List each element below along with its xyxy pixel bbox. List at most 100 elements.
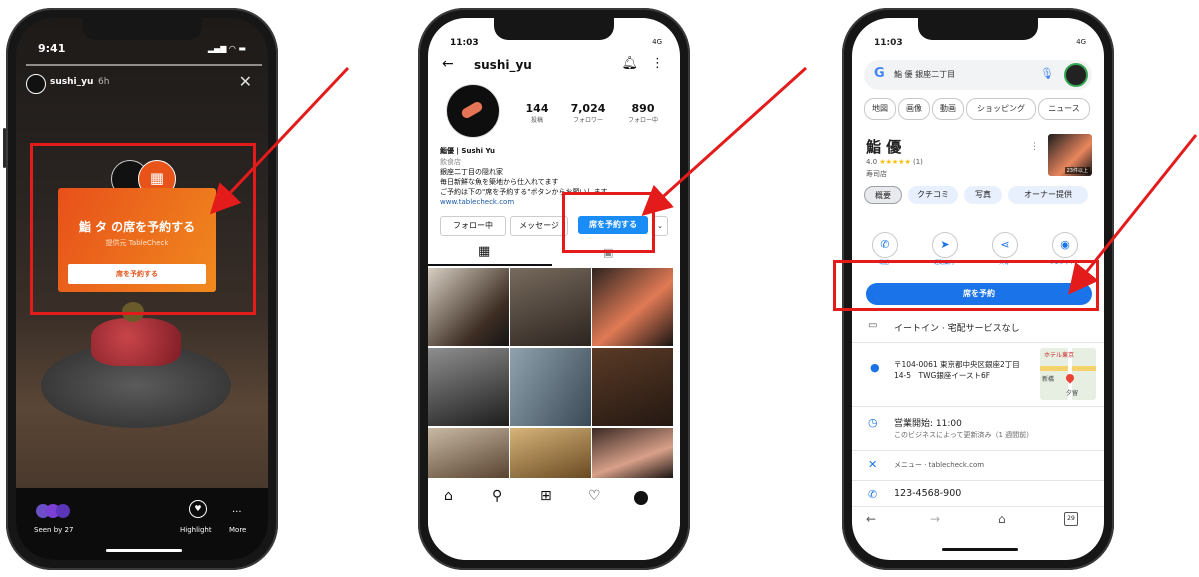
- tab-reviews[interactable]: クチコミ: [908, 186, 958, 204]
- map-label: 夕留: [1066, 390, 1079, 397]
- grid-tab-icon[interactable]: ▦: [478, 244, 490, 259]
- grid-photo[interactable]: [510, 268, 591, 346]
- home-indicator: [106, 549, 182, 552]
- volume-button: [3, 128, 6, 168]
- seen-by-label[interactable]: Seen by 27: [34, 526, 73, 534]
- status-time: 9:41: [38, 42, 66, 55]
- address-line[interactable]: 14-5 TWG銀座イースト6F: [894, 370, 990, 381]
- menu-dots-icon[interactable]: ⋮: [1030, 142, 1039, 152]
- place-type: 寿司店: [866, 170, 887, 178]
- highlight-box-maps: [833, 260, 1099, 311]
- highlight-label[interactable]: Highlight: [180, 526, 212, 534]
- home-indicator: [942, 548, 1018, 551]
- heart-icon[interactable]: ♥: [189, 500, 207, 518]
- share-icon[interactable]: ⋖: [992, 232, 1018, 258]
- phone-number[interactable]: 123-4568-900: [894, 488, 961, 499]
- menu-link[interactable]: メニュー · tablecheck.com: [894, 460, 984, 470]
- profile-screen: 11:03 4G ← sushi_yu 🔔︎ ⋮ 144 投稿 7,024 フォ…: [428, 18, 680, 560]
- story-progress-bar: [26, 64, 262, 66]
- tab-photos[interactable]: 写真: [964, 186, 1002, 204]
- grid-photo[interactable]: [592, 268, 673, 346]
- add-post-icon[interactable]: ⊞: [540, 488, 552, 504]
- account-avatar[interactable]: [1064, 63, 1088, 87]
- sushi-image: [91, 318, 181, 366]
- notch: [494, 18, 614, 40]
- search-icon[interactable]: ⚲: [492, 488, 502, 504]
- hours[interactable]: 営業開始: 11:00: [894, 416, 962, 429]
- website-icon[interactable]: ◉: [1052, 232, 1078, 258]
- story-age: 6h: [98, 77, 110, 87]
- tab-owner[interactable]: オーナー提供: [1008, 186, 1088, 204]
- phone-icon: ✆: [868, 488, 878, 501]
- mic-icon[interactable]: 🎙︎: [1040, 67, 1054, 80]
- place-photo[interactable]: 23件以上: [1048, 134, 1092, 176]
- close-icon[interactable]: ✕: [239, 72, 252, 91]
- more-icon[interactable]: ···: [232, 507, 242, 518]
- grid-photo[interactable]: [428, 268, 509, 346]
- divider: [852, 406, 1104, 407]
- bell-icon[interactable]: 🔔︎: [621, 56, 638, 71]
- filter-chip[interactable]: 地図: [864, 98, 896, 120]
- grid-photo[interactable]: [592, 348, 673, 426]
- following-button[interactable]: フォロー中: [440, 216, 506, 236]
- stat-posts[interactable]: 144 投稿: [524, 102, 550, 124]
- map-thumbnail[interactable]: ホテル東京 新橋 夕留: [1040, 348, 1096, 400]
- utensils-icon: ✕: [868, 458, 878, 471]
- profile-name: 鮨優 | Sushi Yu: [440, 147, 495, 155]
- divider: [852, 342, 1104, 343]
- back-arrow-icon[interactable]: ←: [442, 56, 454, 72]
- status-time: 11:03: [874, 38, 903, 48]
- grid-photo[interactable]: [592, 428, 673, 478]
- profile-tab-avatar[interactable]: [634, 491, 648, 505]
- grid-photo[interactable]: [510, 348, 591, 426]
- profile-avatar[interactable]: [446, 84, 500, 138]
- rating-stars: ★★★★★: [879, 158, 911, 166]
- grid-photo[interactable]: [428, 428, 509, 478]
- directions-icon[interactable]: ➤: [932, 232, 958, 258]
- forward-arrow-icon[interactable]: →: [930, 512, 940, 526]
- rating: 4.0 ★★★★★ (1): [866, 158, 923, 166]
- filter-chip[interactable]: ショッピング: [966, 98, 1036, 120]
- menu-dots-icon[interactable]: ⋮: [651, 56, 664, 71]
- filter-chip[interactable]: 動画: [932, 98, 964, 120]
- sushi-icon: [459, 100, 485, 120]
- rating-value: 4.0: [866, 158, 878, 166]
- stat-followers[interactable]: 7,024 フォロワー: [566, 102, 610, 124]
- home-icon[interactable]: ⌂: [998, 512, 1006, 526]
- divider: [852, 480, 1104, 481]
- place-name: 鮨 優: [866, 138, 902, 156]
- avatar[interactable]: [26, 74, 46, 94]
- filter-chip[interactable]: 画像: [898, 98, 930, 120]
- grid-photo[interactable]: [428, 348, 509, 426]
- search-query[interactable]: 鮨 優 銀座二丁目: [894, 69, 955, 80]
- tabs-count[interactable]: 29: [1064, 512, 1078, 526]
- home-icon[interactable]: ⌂: [444, 488, 453, 504]
- profile-link[interactable]: www.tablecheck.com: [440, 198, 514, 206]
- tab-overview[interactable]: 概要: [864, 186, 902, 204]
- message-button[interactable]: メッセージ: [510, 216, 568, 236]
- filter-chip[interactable]: ニュース: [1038, 98, 1090, 120]
- stat-value: 890: [631, 102, 655, 115]
- store-icon: ▭: [868, 320, 878, 331]
- status-icons: ▂▄▆ ◠ ▬: [207, 44, 246, 53]
- heart-icon[interactable]: ♡: [588, 488, 601, 504]
- grid-photo[interactable]: [510, 428, 591, 478]
- more-label[interactable]: More: [229, 526, 246, 534]
- viewer-avatar[interactable]: [56, 504, 70, 518]
- tab-indicator: [428, 264, 552, 266]
- phone-icon[interactable]: ✆: [872, 232, 898, 258]
- service-options: イートイン · 宅配サービスなし: [894, 324, 1020, 334]
- stat-value: 7,024: [570, 102, 606, 115]
- stat-label: フォロー中: [627, 117, 658, 124]
- profile-category: 飲食店: [440, 158, 461, 166]
- notch: [82, 18, 202, 40]
- divider: [852, 506, 1104, 507]
- stat-following[interactable]: 890 フォロー中: [622, 102, 664, 124]
- story-username[interactable]: sushi_yu: [50, 77, 93, 87]
- phone-profile: 11:03 4G ← sushi_yu 🔔︎ ⋮ 144 投稿 7,024 フォ…: [418, 8, 690, 570]
- status-time: 11:03: [450, 38, 479, 48]
- search-bar[interactable]: G 鮨 優 銀座二丁目 🎙︎: [864, 60, 1092, 90]
- map-pin-icon: [1064, 372, 1076, 384]
- address-line[interactable]: 〒104-0061 東京都中央区銀座2丁目: [894, 359, 1020, 370]
- back-arrow-icon[interactable]: ←: [866, 512, 876, 526]
